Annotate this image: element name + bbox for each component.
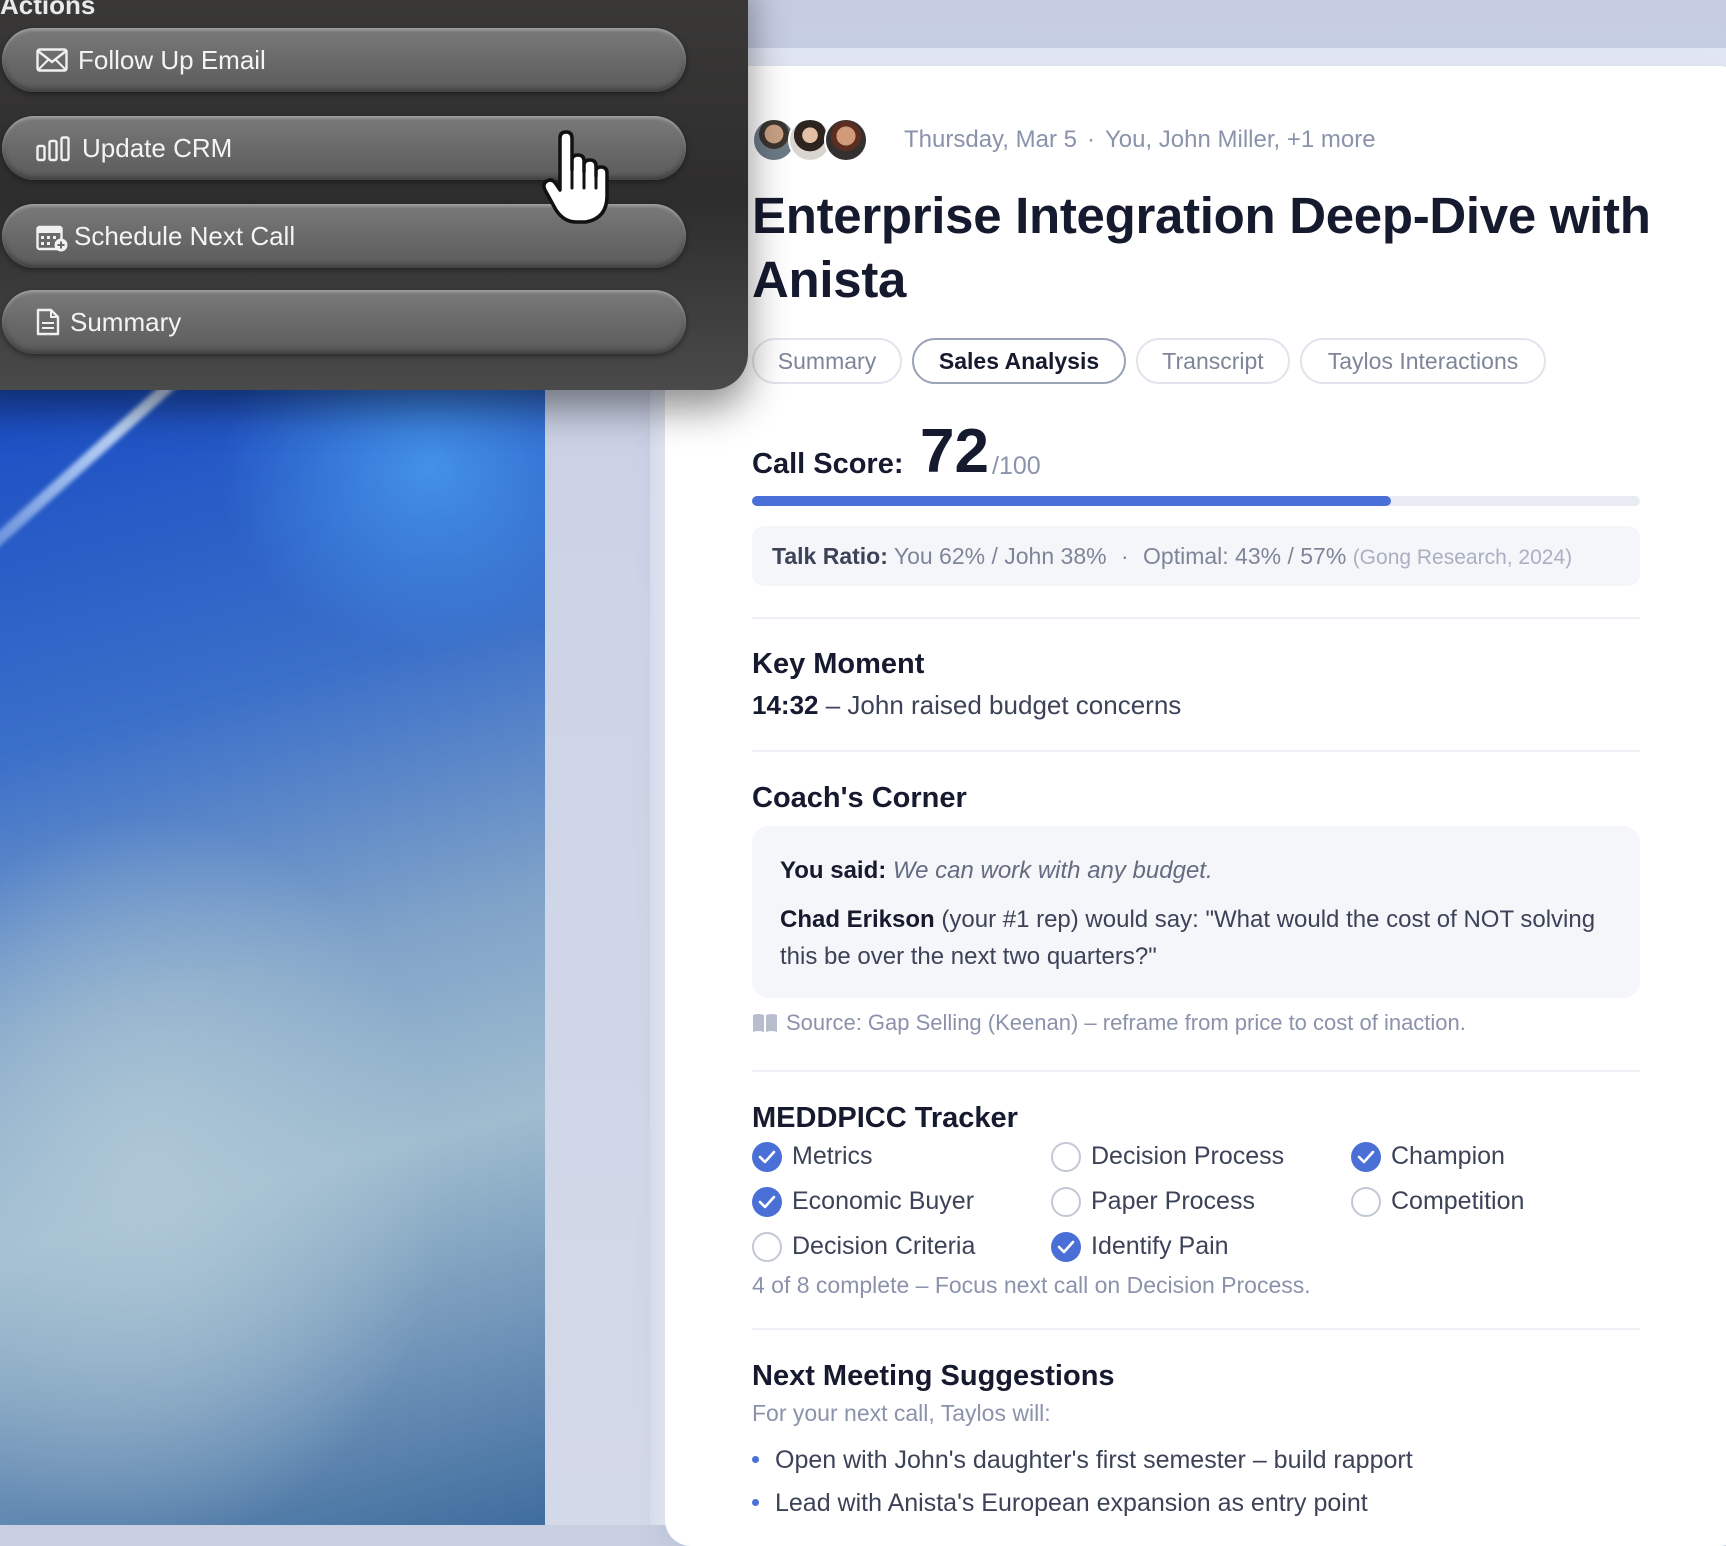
meddpicc-label: Decision Process xyxy=(1091,1142,1285,1170)
section-divider xyxy=(752,617,1640,619)
empty-circle-icon xyxy=(1351,1187,1381,1217)
list-item: Lead with Anista's European expansion as… xyxy=(752,1489,1368,1518)
action-label: Schedule Next Call xyxy=(74,221,296,251)
bullet-icon xyxy=(752,1456,759,1463)
you-said-label: You said: xyxy=(780,857,887,884)
meddpicc-label: Economic Buyer xyxy=(792,1187,975,1215)
meeting-meta-row: Thursday, Mar 5 · You, John Miller, +1 mor… xyxy=(752,118,1652,168)
empty-circle-icon xyxy=(752,1232,782,1262)
coachs-corner-title: Coach's Corner xyxy=(752,782,967,814)
checkmark-icon xyxy=(1351,1142,1381,1172)
talk-ratio-optimal: Optimal: 43% / 57% xyxy=(1143,543,1347,569)
book-icon xyxy=(753,1014,777,1032)
rep-name: Chad Erikson xyxy=(780,906,935,933)
meddpicc-label: Identify Pain xyxy=(1091,1232,1229,1260)
actions-panel: Actions Follow Up Email Update CRM Sched… xyxy=(0,0,748,390)
section-divider xyxy=(752,1328,1640,1330)
call-score-progress-fill xyxy=(752,496,1392,506)
suggestion-text: Open with John's daughter's first semest… xyxy=(775,1446,1413,1474)
talk-ratio-source: (Gong Research, 2024) xyxy=(1352,546,1573,569)
meddpicc-title: MEDDPICC Tracker xyxy=(752,1102,1018,1134)
meddpicc-label: Paper Process xyxy=(1091,1187,1255,1215)
tab-transcript[interactable]: Transcript xyxy=(1136,338,1290,384)
talk-ratio-value: You 62% / John 38% xyxy=(893,543,1107,569)
empty-circle-icon xyxy=(1051,1187,1081,1217)
hand-pointer-icon xyxy=(542,130,609,224)
action-label: Follow Up Email xyxy=(78,45,266,75)
call-score-value: 72 xyxy=(920,417,989,486)
call-score: Call Score: 72 /100 xyxy=(752,417,1452,488)
page-title: Enterprise Integration Deep-Dive with An… xyxy=(752,187,1651,308)
mail-icon xyxy=(36,48,68,72)
section-divider xyxy=(752,750,1640,752)
call-score-label: Call Score: xyxy=(752,448,904,480)
meddpicc-label: Decision Criteria xyxy=(792,1232,976,1260)
section-divider xyxy=(752,1070,1640,1072)
tab-summary[interactable]: Summary xyxy=(752,338,902,384)
bar-chart-icon xyxy=(36,136,70,162)
talk-ratio-label: Talk Ratio: xyxy=(772,543,888,569)
coach-source-text: Source: Gap Selling (Keenan) – reframe f… xyxy=(786,1010,1466,1035)
coach-box: You said: We can work with any budget. C… xyxy=(752,826,1640,998)
summary-button[interactable]: Summary xyxy=(2,290,686,354)
meeting-participants[interactable]: You, John Miller, +1 more xyxy=(1105,126,1376,153)
list-item: Open with John's daughter's first semest… xyxy=(752,1446,1413,1475)
suggestion-text: Lead with Anista's European expansion as… xyxy=(775,1489,1368,1517)
avatar xyxy=(824,118,868,162)
meeting-meta: Thursday, Mar 5 · You, John Miller, +1 mor… xyxy=(904,126,1376,154)
next-meeting-title: Next Meeting Suggestions xyxy=(752,1360,1115,1392)
bullet-icon xyxy=(752,1499,759,1506)
meddpicc-label: Champion xyxy=(1391,1142,1505,1170)
meddpicc-checklist: Metrics Decision Process Champion Econom… xyxy=(752,1140,1652,1280)
key-moment-title: Key Moment xyxy=(752,648,925,680)
empty-circle-icon xyxy=(1051,1142,1081,1172)
meddpicc-summary: 4 of 8 complete – Focus next call on Dec… xyxy=(752,1272,1311,1298)
actions-heading: Actions xyxy=(0,0,96,20)
you-said-text: We can work with any budget. xyxy=(892,857,1213,884)
call-score-max: /100 xyxy=(992,452,1041,480)
next-meeting-subtitle: For your next call, Taylos will: xyxy=(752,1400,1051,1426)
rep-suggestion: Chad Erikson (your #1 rep) would say: "W… xyxy=(780,901,1612,975)
tab-sales-analysis[interactable]: Sales Analysis xyxy=(912,338,1126,384)
action-label: Update CRM xyxy=(82,133,233,163)
key-moment-text: – John raised budget concerns xyxy=(825,690,1182,720)
key-moment[interactable]: 14:32 – John raised budget concerns xyxy=(752,690,1181,721)
call-score-progress xyxy=(752,496,1640,506)
meeting-date: Thursday, Mar 5 xyxy=(904,126,1077,153)
talk-ratio-separator: · xyxy=(1120,543,1129,569)
calendar-add-icon xyxy=(36,225,68,252)
talk-ratio-box: Talk Ratio: You 62% / John 38% · Optimal… xyxy=(752,526,1640,586)
meddpicc-label: Competition xyxy=(1391,1187,1525,1215)
checkmark-icon xyxy=(1051,1232,1081,1262)
action-label: Summary xyxy=(70,307,182,337)
document-icon xyxy=(36,308,60,336)
coach-source: Source: Gap Selling (Keenan) – reframe f… xyxy=(752,1010,1466,1036)
meta-separator: · xyxy=(1086,126,1095,153)
checkmark-icon xyxy=(752,1187,782,1217)
tab-taylos-interactions[interactable]: Taylos Interactions xyxy=(1300,338,1546,384)
checkmark-icon xyxy=(752,1142,782,1172)
key-moment-time: 14:32 xyxy=(752,690,819,720)
you-said-line: You said: We can work with any budget. xyxy=(780,852,1612,889)
meddpicc-label: Metrics xyxy=(792,1142,873,1170)
follow-up-email-button[interactable]: Follow Up Email xyxy=(2,28,686,92)
